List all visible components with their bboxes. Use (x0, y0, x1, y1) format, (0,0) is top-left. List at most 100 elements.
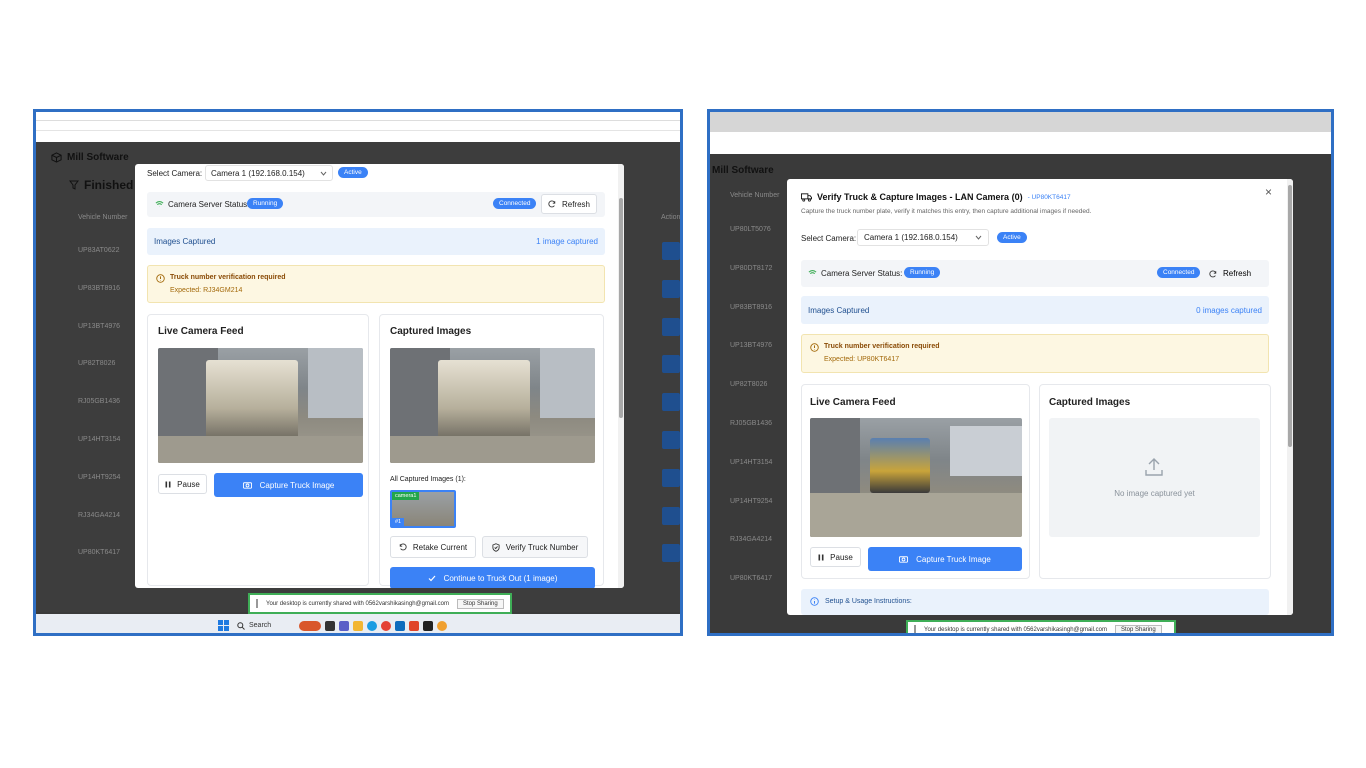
column-header-vehicle: Vehicle Number (730, 192, 780, 199)
refresh-button[interactable]: Refresh (541, 194, 597, 214)
taskbar-search[interactable]: Search (233, 619, 295, 632)
modal-scrollbar-track[interactable] (618, 164, 624, 588)
row-action-button[interactable] (662, 355, 680, 374)
section-header: Finished (69, 178, 133, 192)
captured-images-title: Captured Images (390, 326, 472, 337)
thumbnail-tag: camera1 (392, 492, 420, 500)
live-feed-title: Live Camera Feed (810, 397, 896, 408)
modal-scrollbar-track[interactable] (1287, 179, 1293, 615)
task-view-icon[interactable] (325, 620, 335, 631)
refresh-icon (1209, 269, 1217, 278)
modal-scrollbar-thumb[interactable] (619, 198, 623, 418)
server-status-row: Camera Server Status: Running Connected … (147, 192, 605, 217)
vehicle-number-cell: UP82T8026 (730, 381, 768, 389)
camera-select-value: Camera 1 (192.168.0.154) (864, 233, 958, 242)
file-explorer-icon[interactable] (353, 620, 363, 631)
row-action-button[interactable] (662, 506, 680, 525)
verify-title: Truck number verification required (824, 343, 940, 350)
vehicle-number-cell: UP83BT8916 (730, 303, 773, 311)
stop-sharing-button[interactable]: Stop Sharing (456, 598, 504, 609)
vehicle-number-cell: UP80DT8172 (730, 264, 773, 272)
row-action-button[interactable] (662, 544, 680, 563)
continue-truck-out-button[interactable]: Continue to Truck Out (1 image) (390, 567, 595, 588)
close-icon[interactable]: × (1265, 185, 1272, 199)
chevron-down-icon (320, 171, 327, 176)
chrome-canary-icon[interactable] (437, 620, 447, 631)
upload-icon (1143, 456, 1165, 478)
widgets-icon[interactable] (299, 620, 321, 631)
vehicle-number-cell: UP83AT0622 (78, 247, 120, 254)
vehicle-number-cell: UP82T8026 (78, 360, 116, 368)
captured-thumbnail[interactable]: camera1 #1 (390, 490, 456, 528)
vehicle-number-cell: UP13BT4976 (78, 322, 121, 330)
drag-handle-icon[interactable] (256, 599, 258, 608)
captured-images-card: Captured Images No image captured yet (1039, 384, 1271, 579)
stop-sharing-button[interactable]: Stop Sharing (1114, 624, 1162, 633)
office-icon[interactable] (409, 620, 419, 631)
verify-expected: Expected: UP80KT6417 (824, 356, 900, 363)
pause-button[interactable]: Pause (810, 547, 861, 567)
camera-select[interactable]: Camera 1 (192.168.0.154) (857, 229, 989, 246)
modal-title-suffix: - UP80KT6417 (1027, 193, 1071, 201)
verify-title: Truck number verification required (170, 274, 286, 281)
vehicle-number-cell: RJ05GB1436 (730, 420, 773, 427)
camera-select[interactable]: Camera 1 (192.168.0.154) (205, 165, 333, 181)
refresh-label: Refresh (561, 199, 590, 209)
no-image-text: No image captured yet (1114, 489, 1195, 498)
row-action-button[interactable] (662, 317, 680, 336)
row-action-button[interactable] (662, 468, 680, 487)
images-captured-count: 0 images captured (1196, 306, 1262, 315)
store-icon[interactable] (395, 620, 405, 631)
capture-label: Capture Truck Image (916, 554, 991, 564)
camera-icon (242, 481, 252, 489)
modal-scrollbar-thumb[interactable] (1288, 185, 1292, 447)
row-action-button[interactable] (662, 279, 680, 298)
vehicle-number-cell: UP14HT3154 (78, 436, 121, 443)
windows-start-icon[interactable] (218, 620, 229, 631)
capture-truck-image-button[interactable]: Capture Truck Image (214, 473, 363, 497)
row-action-button[interactable] (662, 431, 680, 449)
app-title: Mill Software (67, 152, 129, 163)
select-camera-label: Select Camera: (147, 169, 203, 178)
verify-modal: Select Camera: Camera 1 (192.168.0.154) … (135, 164, 624, 588)
retake-current-button[interactable]: Retake Current (390, 536, 476, 558)
screen-share-bar: Your desktop is currently shared with 05… (248, 593, 512, 614)
vehicle-number-cell: UP13BT4976 (730, 342, 773, 350)
modal-title: Verify Truck & Capture Images - LAN Came… (817, 192, 1023, 202)
verify-truck-number-button[interactable]: Verify Truck Number (482, 536, 588, 558)
teams-icon[interactable] (339, 620, 349, 631)
edge-icon[interactable] (367, 620, 377, 631)
vehicle-number-cell: UP83BT8916 (78, 284, 121, 292)
captured-images-title: Captured Images (1049, 397, 1131, 408)
filter-icon (69, 180, 79, 190)
browser-top-area (36, 112, 680, 142)
truck-icon (801, 192, 812, 202)
verify-modal: Verify Truck & Capture Images - LAN Came… (787, 179, 1293, 615)
verify-expected: Expected: RJ34GM214 (170, 287, 243, 294)
pause-button[interactable]: Pause (158, 474, 207, 494)
section-title: Finished (84, 178, 134, 192)
wifi-icon (808, 269, 817, 277)
live-camera-image (810, 418, 1022, 537)
browser-toolbar (710, 132, 1331, 154)
row-action-button[interactable] (662, 242, 680, 260)
drag-handle-icon[interactable] (914, 625, 916, 633)
terminal-icon[interactable] (423, 620, 433, 631)
refresh-button[interactable]: Refresh (1209, 264, 1263, 283)
running-badge: Running (904, 267, 941, 278)
cube-icon (51, 152, 62, 163)
modal-header: Verify Truck & Capture Images - LAN Came… (801, 192, 1071, 202)
server-status-row: Camera Server Status: Running Connected … (801, 260, 1269, 287)
instructions-row[interactable]: Setup & Usage Instructions: (801, 589, 1269, 615)
pause-icon (818, 554, 824, 561)
capture-label: Capture Truck Image (259, 480, 335, 490)
vehicle-number-cell: UP80KT6417 (78, 549, 121, 557)
captured-image-placeholder: No image captured yet (1049, 418, 1260, 537)
capture-truck-image-button[interactable]: Capture Truck Image (868, 547, 1022, 571)
row-action-button[interactable] (662, 393, 680, 412)
vehicle-number-cell: UP80LT5076 (730, 226, 771, 233)
vehicle-number-cell: RJ34GA4214 (730, 536, 773, 544)
images-captured-label: Images Captured (154, 237, 216, 246)
search-label: Search (249, 622, 272, 629)
chrome-icon[interactable] (381, 620, 391, 631)
